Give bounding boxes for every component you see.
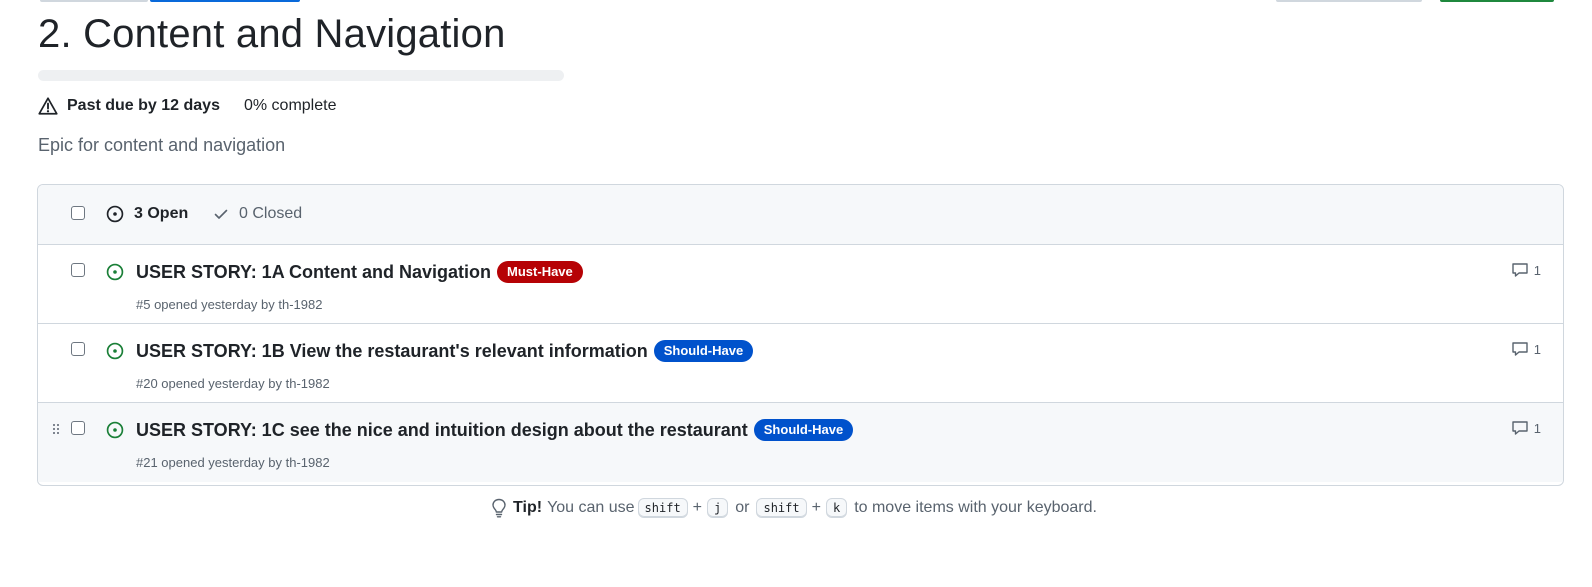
milestone-description: Epic for content and navigation [38, 135, 286, 155]
closed-issues-filter[interactable]: 0 Closed [213, 205, 302, 223]
issue-meta: #21 opened yesterday by th-1982 [136, 455, 330, 470]
closed-count: 0 Closed [239, 205, 303, 222]
past-due-text: Past due by 12 days [67, 97, 220, 114]
issue-label[interactable]: Must-Have [497, 261, 583, 283]
issue-open-icon [106, 263, 124, 281]
new-issue-button-edge[interactable] [1440, 0, 1554, 2]
keyboard-tip: Tip! You can use shift + j or shift + k to m… [0, 498, 1592, 518]
issue-comments-link[interactable]: 1 [1511, 262, 1541, 278]
kbd-k: k [825, 498, 848, 518]
milestone-title: 2. Content and Navigation [38, 12, 506, 56]
issue-open-icon [106, 421, 124, 439]
tip-or: or [735, 499, 750, 516]
kbd-j: j [707, 498, 729, 518]
kbd-plus: + [811, 499, 821, 516]
issue-meta: #20 opened yesterday by th-1982 [136, 376, 330, 391]
milestone-progress-bar [38, 70, 564, 81]
issue-comments-link[interactable]: 1 [1511, 420, 1541, 436]
issue-open-icon [106, 205, 124, 223]
issue-checkbox[interactable] [71, 342, 85, 356]
toolbar-tab-edge[interactable] [150, 0, 300, 2]
edit-button-edge[interactable] [1276, 0, 1422, 2]
open-issues-filter[interactable]: 3 Open [106, 205, 188, 223]
issue-checkbox[interactable] [71, 263, 85, 277]
issue-row: USER STORY: 1C see the nice and intuitio… [38, 403, 1563, 482]
complete-percent: 0% complete [243, 97, 337, 114]
issue-label[interactable]: Should-Have [753, 419, 854, 441]
issue-checkbox[interactable] [71, 421, 85, 435]
tip-prefix: You can use [547, 499, 635, 516]
lightbulb-icon [492, 498, 506, 518]
select-all-checkbox[interactable] [71, 206, 85, 220]
alert-icon [38, 97, 58, 115]
issue-title-link[interactable]: USER STORY: 1C see the nice and intuitio… [136, 420, 748, 441]
tip-label: Tip! [513, 499, 543, 516]
drag-handle-icon[interactable] [52, 423, 60, 435]
issue-title-link[interactable]: USER STORY: 1A Content and Navigation [136, 262, 491, 283]
top-toolbar-edge [0, 0, 1592, 4]
open-count: 3 Open [134, 205, 189, 222]
comment-icon [1512, 421, 1528, 435]
comment-icon [1512, 342, 1528, 356]
issues-list-header: 3 Open 0 Closed [38, 185, 1563, 245]
issue-row: USER STORY: 1A Content and Navigation Mu… [38, 245, 1563, 324]
issue-comments-link[interactable]: 1 [1511, 341, 1541, 357]
issues-list: 3 Open 0 Closed USER STORY: 1A Content a… [37, 184, 1564, 486]
issue-meta: #5 opened yesterday by th-1982 [136, 297, 323, 312]
tip-suffix: to move items with your keyboard. [854, 499, 1097, 516]
kbd-plus: + [692, 499, 703, 516]
issue-row: USER STORY: 1B View the restaurant's rel… [38, 324, 1563, 403]
comment-icon [1512, 263, 1528, 277]
comment-count: 1 [1533, 420, 1541, 436]
comment-count: 1 [1533, 341, 1541, 357]
milestone-meta: Past due by 12 days 0% complete [38, 96, 336, 116]
comment-count: 1 [1533, 262, 1541, 278]
issue-label[interactable]: Should-Have [653, 340, 754, 362]
issue-title-link[interactable]: USER STORY: 1B View the restaurant's rel… [136, 341, 648, 362]
check-icon [214, 209, 228, 219]
issue-open-icon [106, 342, 124, 360]
toolbar-button-edge[interactable] [40, 0, 148, 2]
kbd-shift: shift [637, 498, 688, 518]
kbd-shift: shift [756, 498, 807, 518]
